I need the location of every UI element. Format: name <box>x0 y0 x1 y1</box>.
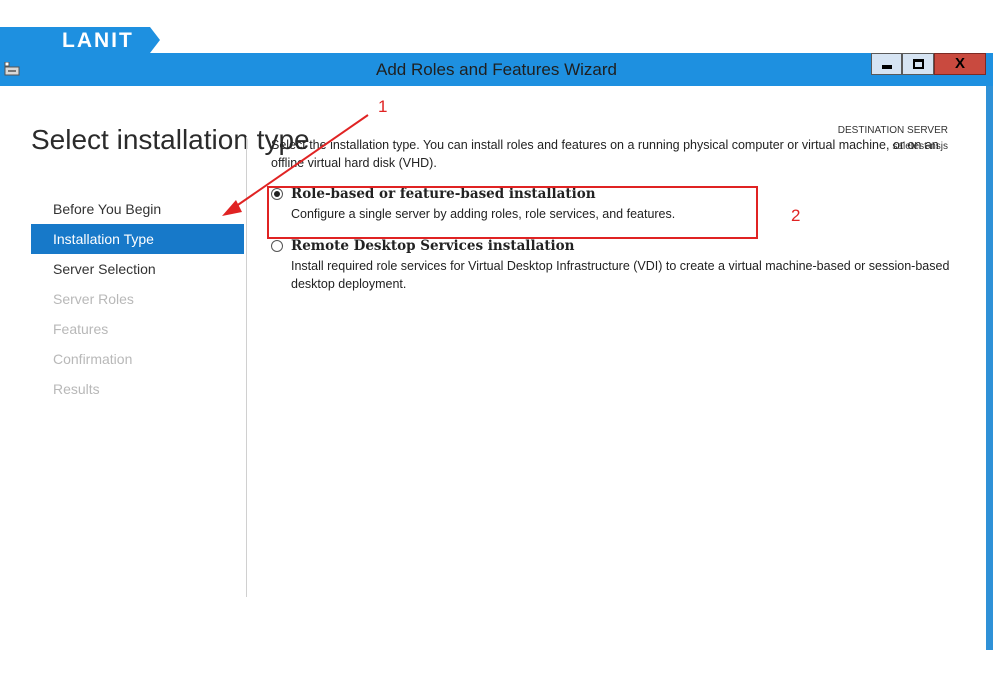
annotation-arrow <box>222 114 369 216</box>
